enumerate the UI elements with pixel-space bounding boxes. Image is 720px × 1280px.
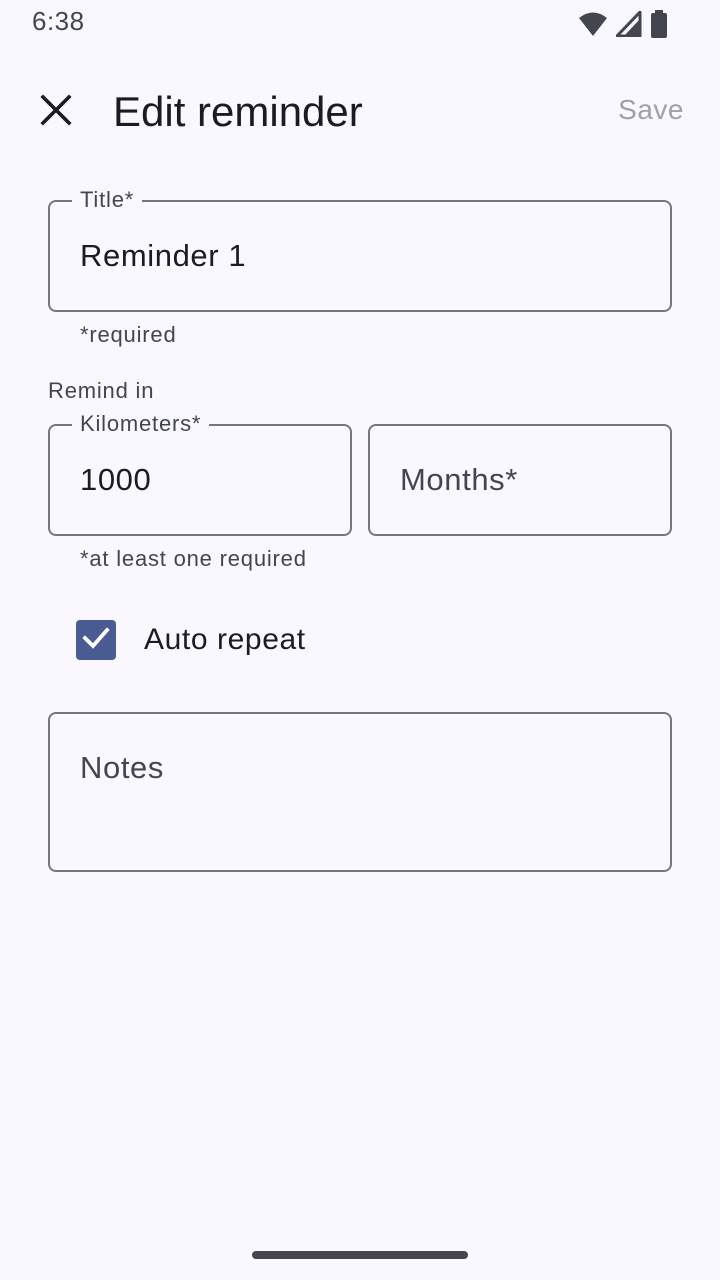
kilometers-field-value: 1000 (80, 462, 152, 497)
status-time: 6:38 (32, 6, 85, 36)
edit-reminder-screen: 6:38 Edit reminder Save Title* Reminder … (0, 0, 720, 1280)
interval-helper-text: *at least one required (80, 546, 307, 571)
notes-field-placeholder: Notes (80, 750, 164, 785)
wifi-icon (578, 11, 608, 37)
auto-repeat-row[interactable]: Auto repeat (56, 600, 306, 680)
remind-in-label: Remind in (48, 378, 155, 403)
close-button[interactable] (24, 80, 88, 144)
title-field-label: Title* (72, 187, 143, 213)
title-helper-text: *required (80, 322, 177, 347)
save-button[interactable]: Save (618, 94, 684, 126)
close-icon (40, 93, 72, 131)
status-bar: 6:38 (0, 0, 720, 48)
status-icons (578, 10, 668, 38)
top-app-bar: Edit reminder Save (0, 64, 720, 160)
title-field-value: Reminder 1 (80, 238, 247, 273)
months-field[interactable]: Months* (368, 424, 672, 536)
page-title: Edit reminder (113, 88, 363, 135)
auto-repeat-checkbox[interactable] (76, 620, 116, 660)
notes-field[interactable]: Notes (48, 712, 672, 872)
battery-icon (650, 10, 668, 38)
title-field[interactable]: Title* Reminder 1 (48, 187, 672, 312)
kilometers-field[interactable]: Kilometers* 1000 (48, 411, 352, 536)
cellular-signal-icon (616, 11, 642, 37)
gesture-navigation-bar[interactable] (252, 1251, 468, 1259)
months-field-placeholder: Months* (400, 462, 518, 497)
kilometers-field-label: Kilometers* (72, 411, 210, 437)
auto-repeat-label: Auto repeat (144, 623, 306, 656)
checkmark-icon (81, 623, 111, 658)
